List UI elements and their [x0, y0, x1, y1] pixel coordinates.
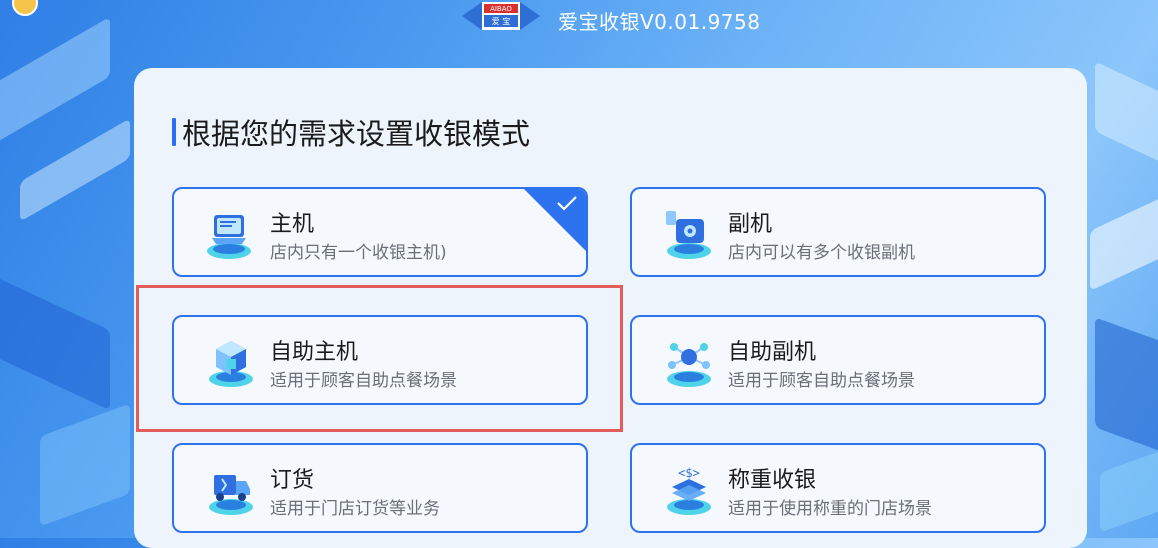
self-service-secondary-icon [667, 343, 711, 387]
svg-text:爱 宝: 爱 宝 [492, 16, 511, 26]
card-description: 适用于顾客自助点餐场景 [728, 371, 915, 391]
card-title: 主机 [270, 212, 315, 237]
weighing-scale-icon: <$> [667, 466, 711, 515]
mode-card-host[interactable]: 主机 店内只有一个收银主机) [172, 187, 588, 277]
card-title: 自助副机 [728, 340, 817, 365]
heading-text: 根据您的需求设置收银模式 [182, 117, 531, 151]
page-heading: 根据您的需求设置收银模式 [172, 111, 530, 153]
secondary-terminal-icon [666, 211, 711, 259]
card-description: 适用于门店订货等业务 [270, 499, 440, 519]
svg-text:<$>: <$> [678, 466, 700, 480]
checkmark-icon [557, 196, 577, 211]
card-description: 店内只有一个收银主机) [270, 243, 447, 263]
heading-accent-bar [172, 118, 176, 146]
highlight-box [136, 285, 623, 432]
card-title: 副机 [728, 212, 773, 237]
card-title: 订货 [270, 468, 315, 493]
app-title: 爱宝收银V0.01.9758 [558, 10, 761, 34]
mode-card-self-service-secondary[interactable]: 自助副机 适用于顾客自助点餐场景 [630, 315, 1046, 405]
status-dot [12, 0, 38, 16]
title-bar: AIBAO 爱 宝 爱宝收银V0.01.9758 [0, 0, 1158, 40]
card-description: 适用于使用称重的门店场景 [728, 499, 932, 519]
svg-text:AIBAO: AIBAO [490, 5, 512, 13]
mode-card-ordering[interactable]: 订货 适用于门店订货等业务 [172, 443, 588, 533]
mode-card-secondary[interactable]: 副机 店内可以有多个收银副机 [630, 187, 1046, 277]
host-computer-icon [207, 215, 251, 259]
aibao-logo: AIBAO 爱 宝 [462, 2, 540, 30]
card-title: 称重收银 [728, 468, 817, 493]
delivery-truck-icon [209, 475, 253, 515]
mode-card-weighing[interactable]: <$> 称重收银 适用于使用称重的门店场景 [630, 443, 1046, 533]
card-description: 店内可以有多个收银副机 [728, 243, 915, 263]
